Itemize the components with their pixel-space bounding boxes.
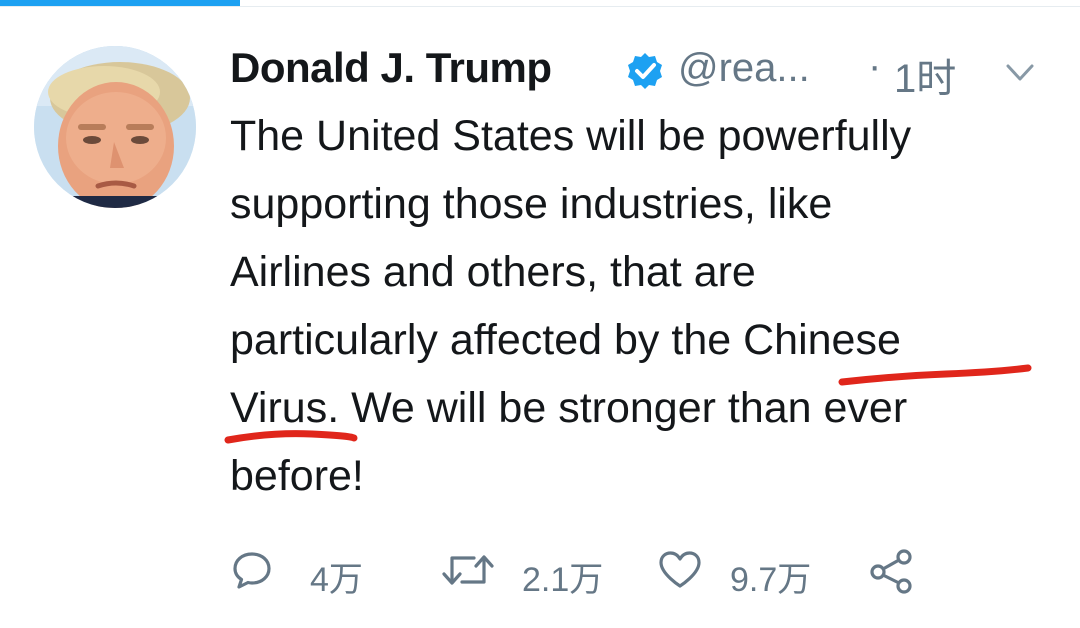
verified-badge-icon [628,53,662,89]
tweet-text-line: supporting those industries, like [230,180,833,228]
heart-icon [659,551,701,588]
tweet-actions: 4万 2.1万 9.7万 [230,540,990,600]
like-count: 9.7万 [730,561,812,599]
tweet-card[interactable]: Donald J. Trump @rea... · 1时 The United … [0,0,1080,628]
tweet-text-line: Airlines and others, that are [230,248,756,296]
retweet-count: 2.1万 [522,561,604,599]
separator-dot: · [868,44,882,88]
reply-count: 4万 [310,561,363,599]
retweet-button[interactable]: 2.1万 [440,540,620,600]
reply-bubble-icon [233,552,271,589]
share-icon [870,549,912,594]
author-name[interactable]: Donald J. Trump [230,44,552,92]
retweet-icon [442,555,494,585]
tweet-text-line: Virus. We will be stronger than ever [230,384,908,432]
tweet-header: Donald J. Trump @rea... · 1时 [230,42,1060,102]
timestamp[interactable]: 1时 [894,46,956,104]
avatar[interactable] [34,46,196,208]
author-handle[interactable]: @rea... [678,46,810,91]
chevron-down-icon[interactable] [1002,58,1038,88]
like-button[interactable]: 9.7万 [656,540,836,600]
reply-button[interactable]: 4万 [230,540,380,600]
tweet-text-line: particularly affected by the Chinese [230,316,901,364]
tweet-text-line: The United States will be powerfully [230,112,912,160]
share-button[interactable] [866,540,926,600]
tweet-text-line: before! [230,452,364,500]
tweet-text: The United States will be powerfully sup… [230,102,1060,510]
